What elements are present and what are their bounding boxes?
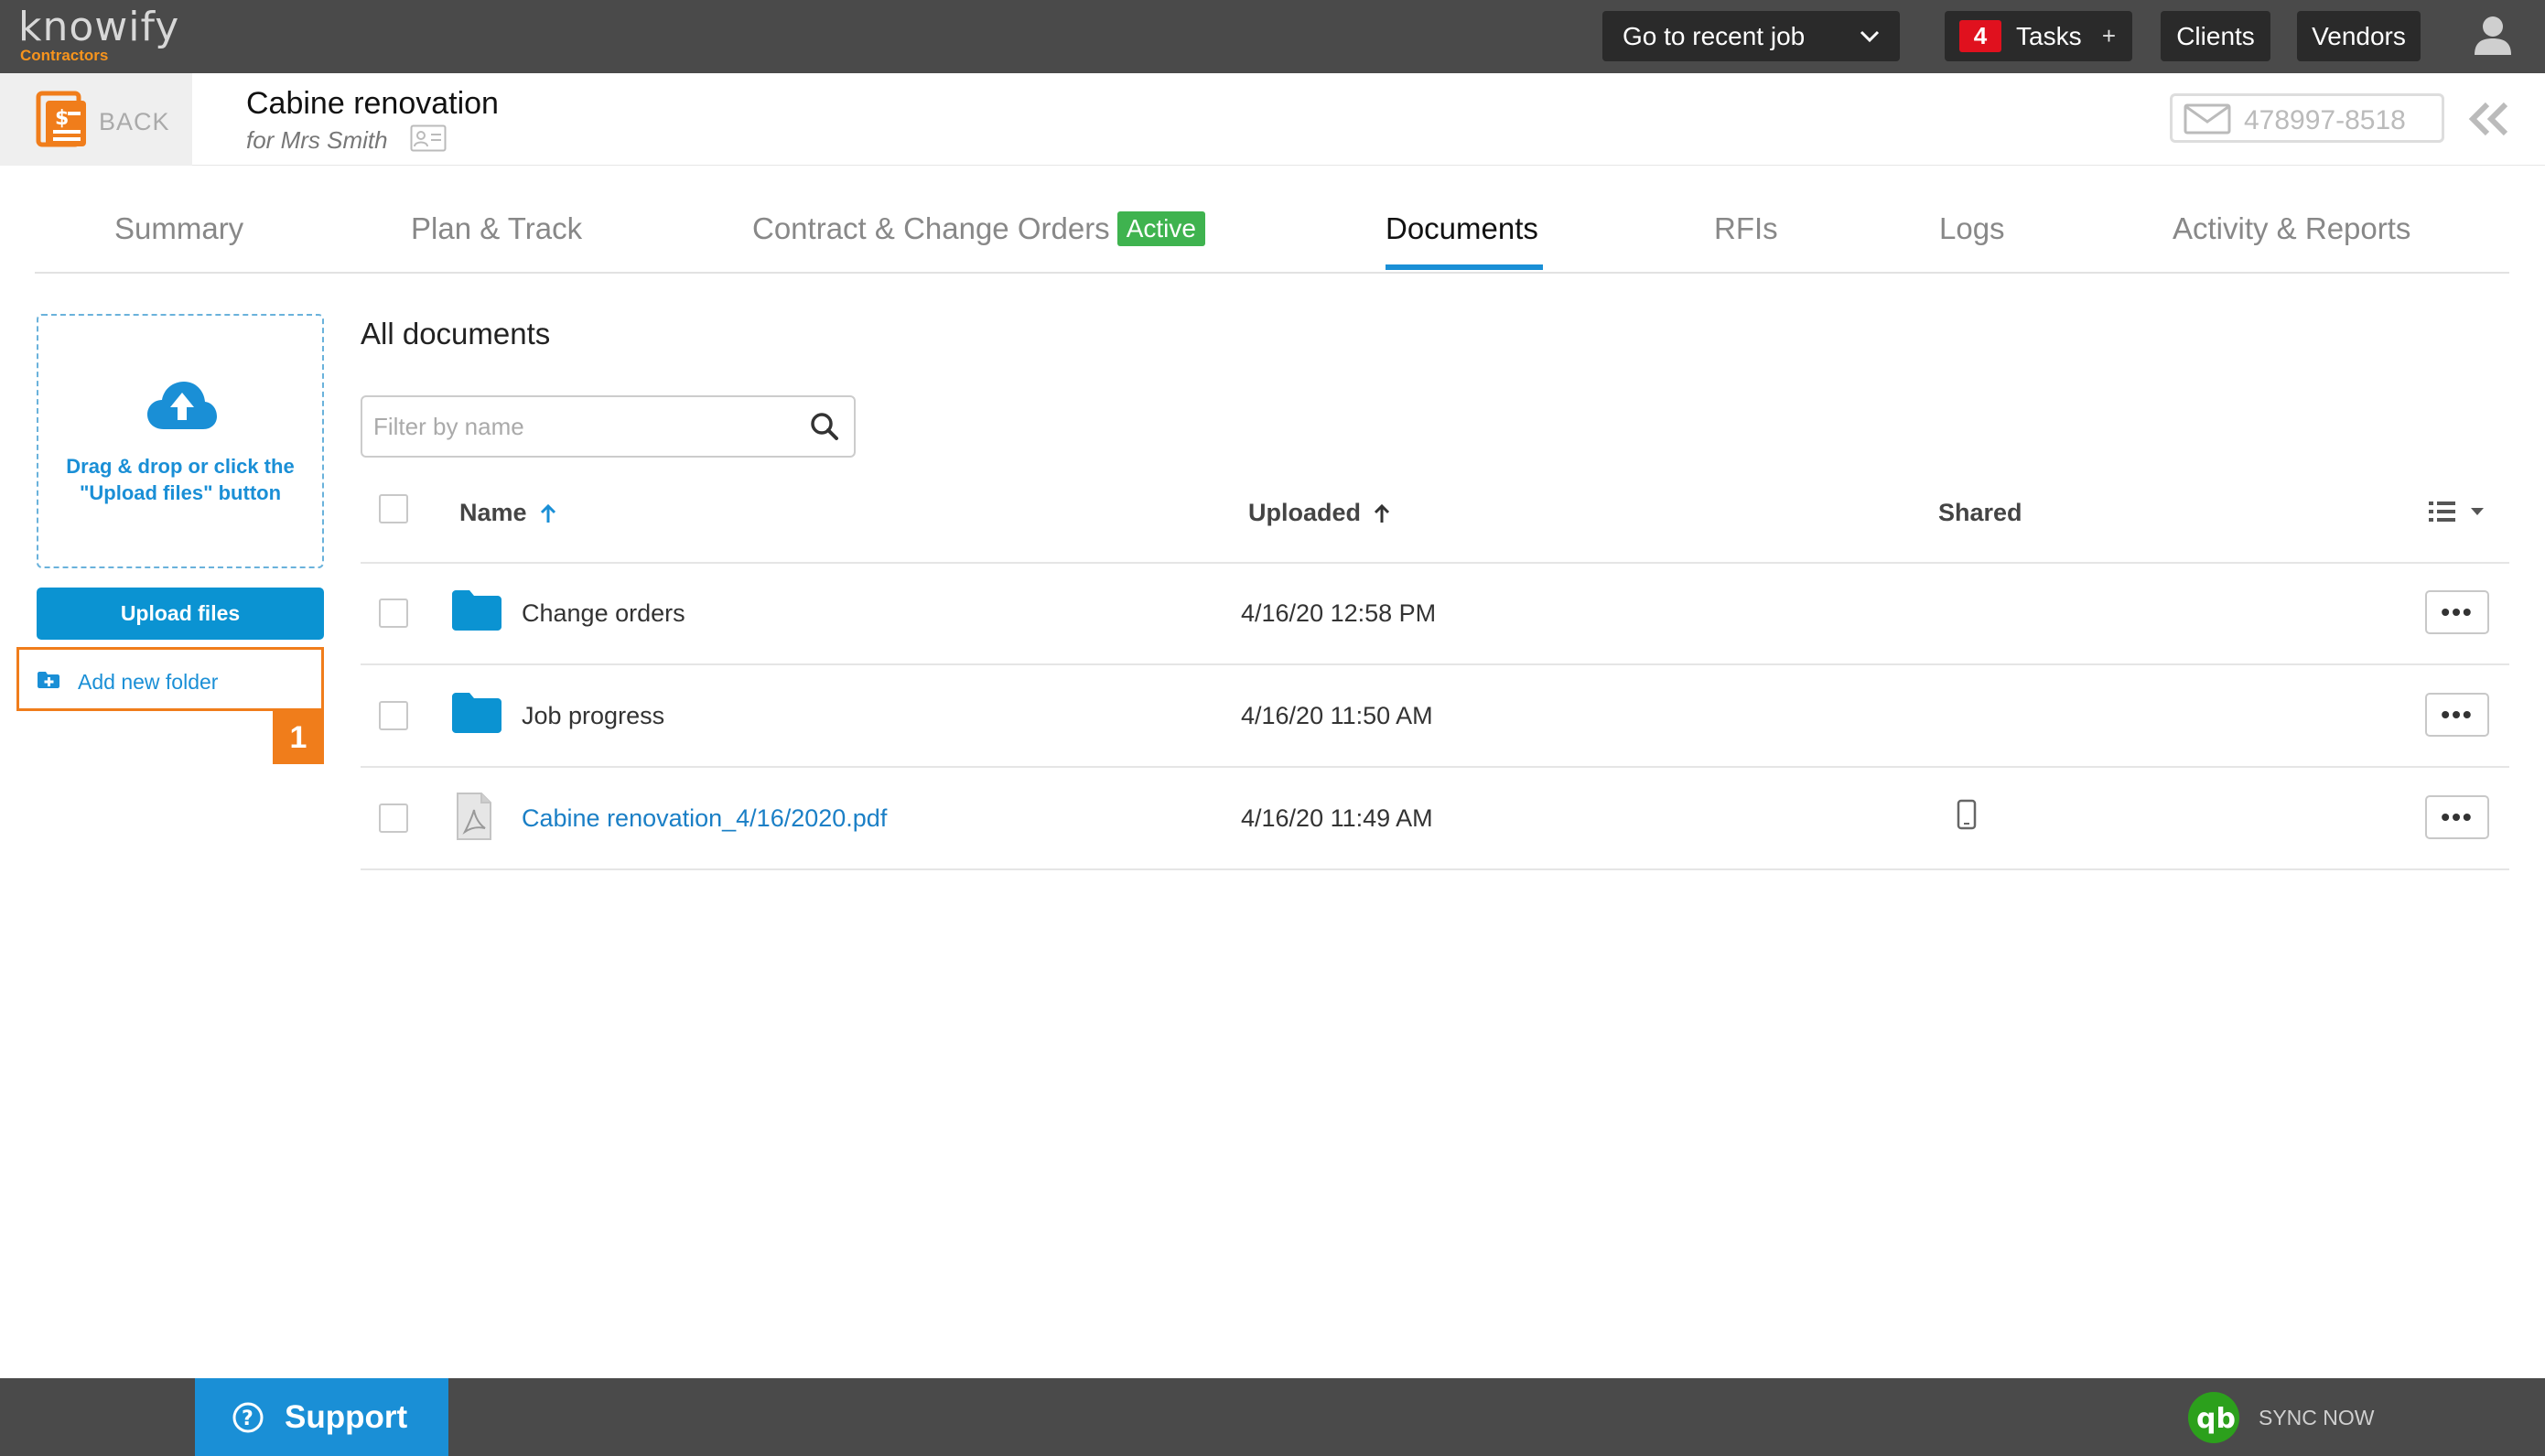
add-new-folder-label: Add new folder [78, 670, 219, 694]
file-name-link[interactable]: Cabine renovation_4/16/2020.pdf [522, 804, 887, 833]
upload-date: 4/16/20 11:49 AM [1241, 804, 1433, 832]
sort-ascending-icon [540, 503, 555, 523]
back-label: BACK [99, 108, 170, 135]
column-header-name[interactable]: Name [459, 499, 556, 527]
job-header: $ BACK Cabine renovation for Mrs Smith 4… [0, 73, 2545, 166]
filter-input[interactable] [373, 408, 776, 445]
chevron-down-icon [1860, 30, 1880, 43]
tasks-count-badge: 4 [1959, 20, 2001, 52]
job-email-box[interactable]: 478997-8518 [2170, 93, 2444, 143]
job-tabs: Summary Plan & Track Contract & Change O… [35, 166, 2509, 274]
folder-icon [452, 693, 501, 733]
table-row[interactable]: Job progress 4/16/20 11:50 AM ••• [361, 665, 2509, 766]
filter-by-name-field[interactable] [361, 395, 856, 458]
tab-contract-label: Contract & Change Orders [752, 211, 1110, 245]
more-options-button[interactable]: ••• [2425, 693, 2489, 737]
upload-files-button[interactable]: Upload files [37, 588, 324, 640]
more-options-button[interactable]: ••• [2425, 590, 2489, 634]
row-checkbox[interactable] [379, 803, 408, 833]
upload-date: 4/16/20 12:58 PM [1241, 599, 1437, 627]
support-button[interactable]: ? Support [195, 1378, 448, 1456]
tab-summary[interactable]: Summary [114, 211, 243, 246]
svg-text:?: ? [242, 1407, 253, 1430]
bottom-bar: ? Support qb SYNC NOW [0, 1378, 2545, 1456]
mobile-shared-icon [1957, 799, 1977, 830]
file-name[interactable]: Job progress [522, 702, 664, 730]
file-dropzone[interactable]: Drag & drop or click the "Upload files" … [37, 314, 324, 568]
pdf-file-icon [457, 793, 491, 840]
tab-rfis[interactable]: RFIs [1714, 211, 1778, 246]
more-options-button[interactable]: ••• [2425, 795, 2489, 839]
tab-logs[interactable]: Logs [1939, 211, 2005, 246]
dropzone-instructions: Drag & drop or click the "Upload files" … [66, 455, 295, 504]
folder-plus-icon [38, 672, 59, 688]
top-navbar: knowify Contractors Go to recent job 4 T… [0, 0, 2545, 73]
file-name[interactable]: Change orders [522, 599, 685, 628]
envelope-icon [2184, 103, 2231, 135]
contact-card-icon[interactable] [410, 124, 447, 152]
row-checkbox[interactable] [379, 701, 408, 730]
help-circle-icon: ? [232, 1402, 264, 1432]
tab-activity-reports[interactable]: Activity & Reports [2173, 211, 2410, 246]
folder-icon [452, 590, 501, 631]
row-checkbox[interactable] [379, 599, 408, 628]
sync-now-button[interactable]: SYNC NOW [2259, 1406, 2375, 1430]
step-number-badge: 1 [273, 711, 324, 764]
tab-contract-change-orders[interactable]: Contract & Change Orders Active [752, 211, 1205, 246]
invoice-document-icon: $ [36, 91, 86, 147]
section-title: All documents [361, 317, 551, 351]
vendors-button[interactable]: Vendors [2297, 11, 2421, 61]
table-divider [361, 868, 2509, 870]
column-header-shared: Shared [1938, 499, 2022, 526]
upload-date: 4/16/20 11:50 AM [1241, 702, 1433, 729]
table-row[interactable]: Cabine renovation_4/16/2020.pdf 4/16/20 … [361, 768, 2509, 868]
cloud-upload-icon [147, 382, 217, 429]
job-email-id: 478997-8518 [2244, 105, 2406, 135]
tasks-button[interactable]: 4 Tasks + [1945, 11, 2132, 61]
status-badge-active: Active [1116, 211, 1205, 246]
active-tab-indicator [1386, 264, 1543, 270]
recent-job-label: Go to recent job [1623, 21, 1806, 50]
add-task-icon[interactable]: + [2102, 22, 2116, 50]
list-view-options-icon[interactable] [2427, 498, 2491, 525]
quickbooks-icon[interactable]: qb [2187, 1391, 2240, 1444]
table-row[interactable]: Change orders 4/16/20 12:58 PM ••• [361, 563, 2509, 663]
user-profile-icon[interactable] [2473, 15, 2513, 57]
job-client: for Mrs Smith [246, 126, 388, 154]
back-button[interactable]: $ BACK [0, 73, 192, 166]
select-all-checkbox[interactable] [379, 494, 408, 523]
svg-text:$: $ [55, 107, 69, 130]
knowify-logo[interactable]: knowify Contractors [18, 7, 179, 64]
logo-text: knowify [18, 4, 180, 50]
tasks-label: Tasks [2016, 21, 2082, 50]
sort-ascending-icon [1374, 503, 1390, 523]
recent-job-dropdown[interactable]: Go to recent job [1602, 11, 1900, 61]
svg-text:qb: qb [2196, 1403, 2236, 1435]
column-header-uploaded[interactable]: Uploaded [1248, 499, 1390, 527]
clients-button[interactable]: Clients [2161, 11, 2270, 61]
double-chevron-left-icon[interactable] [2465, 101, 2511, 137]
job-title: Cabine renovation [246, 86, 499, 121]
tab-plan-track[interactable]: Plan & Track [411, 211, 582, 246]
search-icon[interactable] [810, 412, 839, 441]
support-label: Support [285, 1398, 408, 1435]
tab-documents[interactable]: Documents [1386, 211, 1538, 246]
add-new-folder-button[interactable]: Add new folder [16, 647, 324, 711]
